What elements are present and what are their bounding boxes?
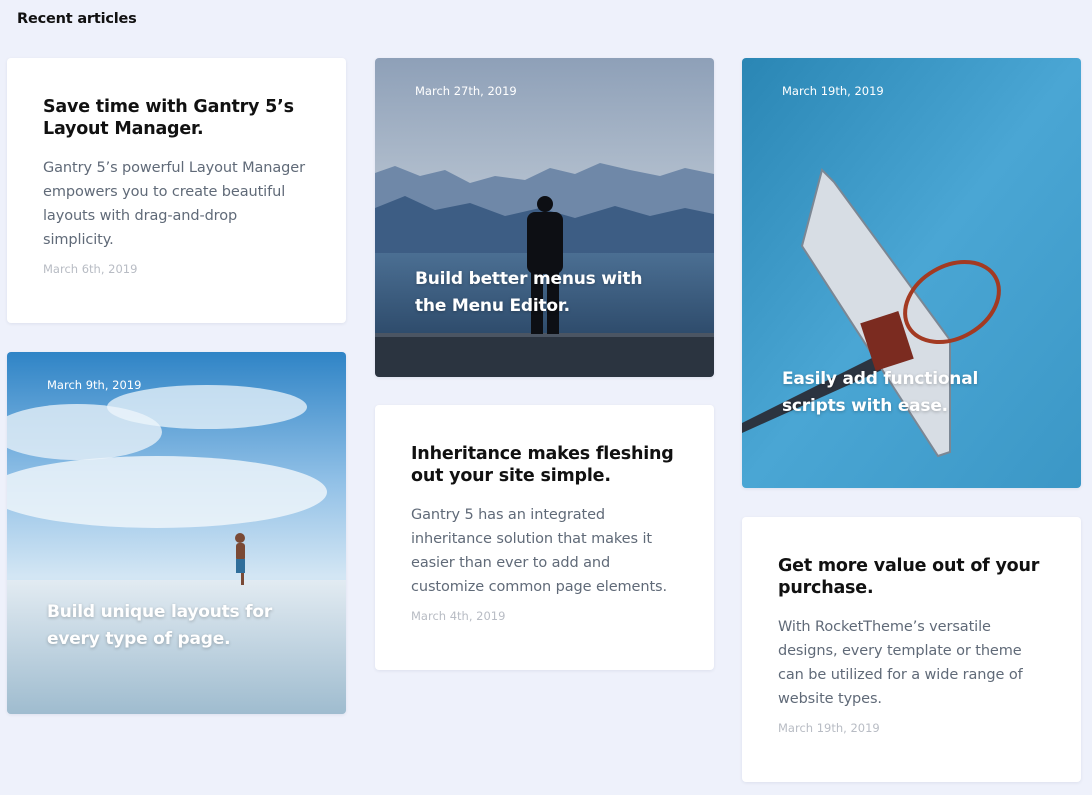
article-excerpt: Gantry 5’s powerful Layout Manager empow… [43,160,305,248]
article-card-unique-layouts[interactable]: March 9th, 2019 Build unique layouts for… [7,352,346,714]
article-date: March 19th, 2019 [778,721,880,735]
article-card-layout-manager[interactable]: Save time with Gantry 5’s Layout Manager… [7,58,346,323]
article-excerpt: With RocketTheme’s versatile designs, ev… [778,619,1023,707]
article-card-more-value[interactable]: Get more value out of your purchase. Wit… [742,517,1081,782]
article-image-basketball-hoop [742,58,1081,488]
article-card-menu-editor[interactable]: March 27th, 2019 Build better menus with… [375,58,714,377]
article-image-pier-mountains [375,58,714,377]
article-date: March 4th, 2019 [411,609,506,623]
article-title[interactable]: Save time with Gantry 5’s Layout Manager… [43,96,310,140]
article-title[interactable]: Build better menus with the Menu Editor. [415,266,655,320]
article-card-functional-scripts[interactable]: March 19th, 2019 Easily add functional s… [742,58,1081,488]
article-image-salt-flat [7,352,346,714]
article-date: March 9th, 2019 [47,378,142,392]
section-title: Recent articles [17,11,137,27]
article-date: March 27th, 2019 [415,84,517,98]
article-date: March 19th, 2019 [782,84,884,98]
article-title[interactable]: Get more value out of your purchase. [778,555,1045,599]
article-title[interactable]: Easily add functional scripts with ease. [782,366,1022,420]
article-excerpt: Gantry 5 has an integrated inheritance s… [411,507,668,595]
article-date: March 6th, 2019 [43,262,138,276]
article-title[interactable]: Build unique layouts for every type of p… [47,599,287,653]
article-card-inheritance[interactable]: Inheritance makes fleshing out your site… [375,405,714,670]
article-title[interactable]: Inheritance makes fleshing out your site… [411,443,678,487]
